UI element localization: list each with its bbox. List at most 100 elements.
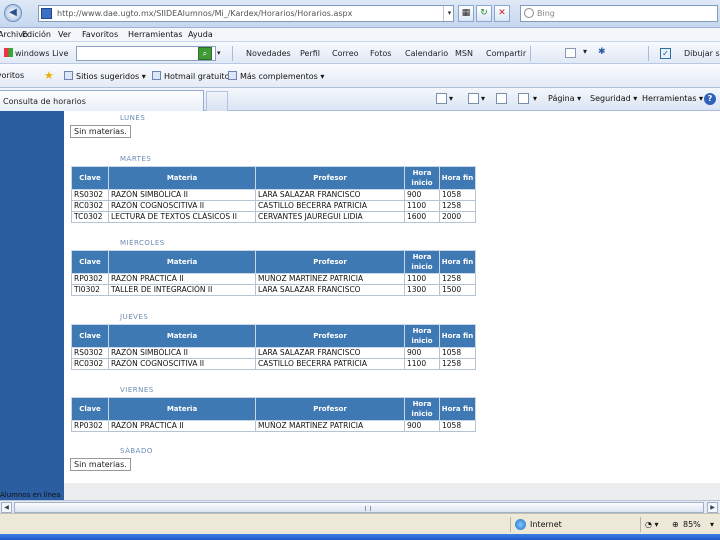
address-dropdown-button[interactable]: ▾ — [443, 6, 455, 21]
live-link-calendario[interactable]: Calendario — [405, 49, 448, 58]
col-clave: Clave — [71, 166, 109, 190]
cell-hora-inicio: 1100 — [404, 200, 440, 212]
back-button[interactable]: ◀ — [4, 4, 22, 22]
cell-hora-inicio: 1100 — [404, 273, 440, 285]
cell-hora-fin: 1058 — [439, 189, 476, 201]
page-icon — [41, 8, 52, 19]
live-link-novedades[interactable]: Novedades — [246, 49, 291, 58]
favorite-sitios-sugeridos[interactable]: Sitios sugeridos ▾ — [64, 71, 146, 81]
zoom-dropdown-icon[interactable]: ▾ — [710, 520, 714, 529]
live-link-compartir[interactable]: Compartir — [486, 49, 526, 58]
scroll-left-icon[interactable]: ◀ — [1, 502, 12, 513]
windows-flag-icon — [4, 48, 13, 57]
search-input[interactable]: Bing — [520, 5, 718, 22]
address-field[interactable]: http://www.dae.ugto.mx/SIIDEAlumnos/Mi_/… — [38, 5, 454, 22]
cell-profesor: MUÑOZ MARTÍNEZ PATRICIA — [255, 273, 405, 285]
cell-profesor: MUÑOZ MARTÍNEZ PATRICIA — [255, 420, 405, 432]
menu-ayuda[interactable]: Ayuda — [188, 30, 213, 39]
sparkle-icon[interactable]: ✱ — [598, 47, 609, 57]
protected-mode-icon[interactable]: ◔ ▾ — [645, 520, 659, 529]
add-favorite-star-icon[interactable]: ★ — [44, 70, 54, 81]
page-footer-band — [64, 483, 720, 500]
cell-materia: RAZÓN SIMBÓLICA II — [108, 189, 256, 201]
col-profesor: Profesor — [255, 250, 405, 274]
live-link-perfil[interactable]: Perfil — [300, 49, 320, 58]
mail-icon[interactable] — [565, 48, 576, 58]
help-icon[interactable]: ? — [704, 93, 716, 105]
cell-clave: RC0302 — [71, 358, 109, 370]
table-header-row: Clave Materia Profesor Hora inicio Hora … — [71, 324, 476, 348]
page-menu-button[interactable]: Página ▾ — [548, 94, 581, 103]
menu-bar: Archivo Edición Ver Favoritos Herramient… — [0, 28, 720, 42]
left-bottom-text: Alumnos en línea — [0, 491, 61, 499]
favorite-hotmail[interactable]: Hotmail gratuito — [152, 71, 229, 81]
live-link-correo[interactable]: Correo — [332, 49, 359, 58]
menu-favoritos[interactable]: Favoritos — [82, 30, 118, 39]
tab-consulta-de-horarios[interactable]: Consulta de horarios — [0, 90, 204, 111]
schedule-table-martes: Clave Materia Profesor Hora inicio Hora … — [71, 166, 476, 223]
stop-icon[interactable]: ✕ — [494, 5, 510, 22]
separator — [648, 46, 649, 61]
menu-ver[interactable]: Ver — [58, 30, 71, 39]
search-icon — [524, 8, 534, 18]
scroll-thumb[interactable] — [14, 502, 704, 513]
left-sidebar — [0, 111, 64, 500]
col-materia: Materia — [108, 166, 256, 190]
cell-hora-fin: 1058 — [439, 420, 476, 432]
draw-sessions-checkbox[interactable]: ✓ — [660, 48, 671, 59]
zoom-icon[interactable]: ⊕ — [672, 520, 679, 529]
col-profesor: Profesor — [255, 324, 405, 348]
cell-clave: RP0302 — [71, 420, 109, 432]
col-materia: Materia — [108, 324, 256, 348]
cell-materia: LECTURA DE TEXTOS CLÁSICOS II — [108, 211, 256, 223]
col-hora-inicio: Hora inicio — [404, 166, 440, 190]
security-zone[interactable]: Internet — [530, 520, 562, 529]
windows-live-logo[interactable]: windows Live — [4, 48, 68, 58]
refresh-icon[interactable]: ↻ — [476, 5, 492, 22]
live-link-fotos[interactable]: Fotos — [370, 49, 391, 58]
compatibility-icon[interactable]: ▦ — [458, 5, 474, 22]
print-icon[interactable] — [518, 93, 529, 104]
feeds-icon[interactable] — [468, 93, 479, 104]
schedule-table-viernes: Clave Materia Profesor Hora inicio Hora … — [71, 397, 476, 432]
live-search-input[interactable] — [76, 46, 216, 61]
command-bar: Consulta de horarios ▾ ▾ ▾ Página ▾ Segu… — [0, 88, 720, 111]
table-row: TI0302 TALLER DE INTEGRACIÓN II LARA SAL… — [71, 284, 476, 296]
draw-sessions-label: Dibujar ses — [684, 49, 720, 58]
live-search-dropdown-icon[interactable]: ▾ — [217, 49, 221, 57]
live-search-go-icon[interactable]: ⌕ — [198, 47, 212, 60]
live-link-msn[interactable]: MSN — [455, 49, 473, 58]
internet-globe-icon — [515, 519, 526, 530]
mail-icon[interactable] — [496, 93, 507, 104]
cell-clave: RS0302 — [71, 347, 109, 359]
favorite-sitios-sugeridos-label: Sitios sugeridos ▾ — [76, 72, 146, 81]
table-row: RC0302 RAZÓN COGNOSCITIVA II CASTILLO BE… — [71, 200, 476, 212]
windows-live-brand: windows Live — [15, 49, 69, 58]
menu-edicion[interactable]: Edición — [22, 30, 51, 39]
cell-materia: TALLER DE INTEGRACIÓN II — [108, 284, 256, 296]
cell-profesor: CASTILLO BECERRA PATRICIA — [255, 358, 405, 370]
zoom-level[interactable]: 85% — [683, 520, 701, 529]
cell-profesor: LARA SALAZAR FRANCISCO — [255, 189, 405, 201]
settings-dropdown-icon[interactable]: ▾ — [583, 47, 594, 57]
safety-menu-button[interactable]: Seguridad ▾ — [590, 94, 637, 103]
new-tab-button[interactable] — [206, 91, 228, 111]
menu-herramientas[interactable]: Herramientas — [128, 30, 183, 39]
col-clave: Clave — [71, 250, 109, 274]
cell-materia: RAZÓN PRÁCTICA II — [108, 420, 256, 432]
page-content: LUNES Sin materias. MARTES Clave Materia… — [64, 111, 720, 500]
print-dropdown-icon[interactable]: ▾ — [533, 94, 537, 103]
cell-hora-fin: 1258 — [439, 273, 476, 285]
favorites-button[interactable]: Favoritos — [0, 71, 24, 80]
home-dropdown-icon[interactable]: ▾ — [449, 94, 453, 103]
horizontal-scrollbar[interactable]: ◀ ▶ — [0, 500, 720, 513]
cell-hora-inicio: 1100 — [404, 358, 440, 370]
col-profesor: Profesor — [255, 166, 405, 190]
tools-menu-button[interactable]: Herramientas ▾ — [642, 94, 703, 103]
feeds-dropdown-icon[interactable]: ▾ — [481, 94, 485, 103]
home-icon[interactable] — [436, 93, 447, 104]
favorite-mas-complementos[interactable]: Más complementos ▾ — [228, 71, 324, 81]
scroll-right-icon[interactable]: ▶ — [707, 502, 718, 513]
cell-clave: RP0302 — [71, 273, 109, 285]
col-hora-inicio: Hora inicio — [404, 250, 440, 274]
